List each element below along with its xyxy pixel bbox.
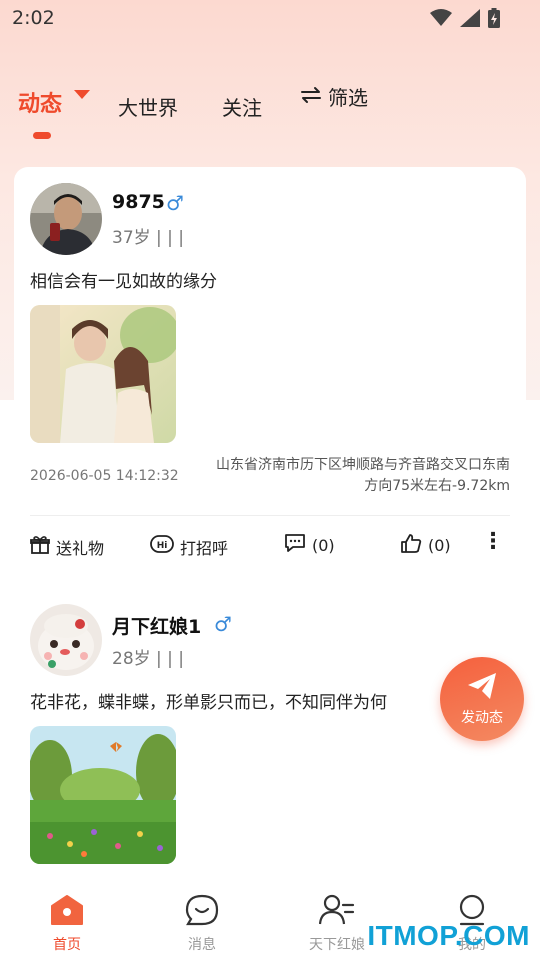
hi-icon: Hi: [150, 535, 174, 559]
home-icon: [50, 895, 84, 930]
battery-icon: [488, 8, 500, 32]
watermark: ITMOP.COM: [367, 920, 530, 951]
status-bar: 2:02: [0, 0, 540, 38]
top-tabs: 动态 大世界 关注 筛选: [0, 78, 540, 139]
gift-label: 送礼物: [56, 539, 105, 558]
post-photo[interactable]: [30, 305, 176, 443]
comment-count: (0): [312, 535, 335, 555]
thumbs-up-icon: [400, 533, 422, 557]
chat-icon: [185, 894, 219, 930]
filter-label: 筛选: [328, 86, 368, 110]
username: 月下红娘1: [112, 616, 202, 638]
nav-label: 首页: [53, 937, 81, 953]
post-text: 花非花，蝶非蝶，形单影只而已，不知同伴为何: [30, 693, 387, 713]
comment-icon: [284, 533, 306, 557]
status-time: 2:02: [12, 7, 55, 29]
user-meta: 37岁 | | |: [112, 228, 185, 248]
male-icon: ♂: [214, 612, 232, 636]
gift-icon: [30, 535, 50, 559]
nav-messages[interactable]: 消息: [157, 894, 247, 954]
fab-label: 发动态: [461, 710, 503, 726]
nav-home[interactable]: 首页: [22, 894, 112, 954]
post-photo[interactable]: [30, 726, 176, 864]
divider: [30, 515, 510, 516]
post-location: 山东省济南市历下区坤顺路与齐音路交叉口东南方向75米左右-9.72km: [216, 457, 510, 494]
post-dynamic-button[interactable]: 发动态: [440, 657, 524, 741]
wifi-icon: [430, 9, 452, 31]
swap-icon: [300, 85, 322, 109]
nav-label: 消息: [188, 937, 216, 953]
avatar[interactable]: [30, 604, 102, 676]
svg-text:Hi: Hi: [157, 541, 168, 551]
comment-button[interactable]: (0): [284, 533, 335, 557]
filter-button[interactable]: 筛选: [300, 82, 368, 111]
post-card[interactable]: 月下红娘1 ♂ 28岁 | | | 花非花，蝶非蝶，形单影只而已，不知同伴为何: [14, 588, 526, 888]
user-list-icon: [318, 894, 355, 930]
tab-dynamic[interactable]: 动态: [18, 86, 62, 118]
tab-big-world[interactable]: 大世界: [118, 92, 178, 121]
avatar[interactable]: [30, 183, 102, 255]
like-count: (0): [428, 535, 451, 555]
send-icon: [466, 671, 498, 705]
tab-dropdown-caret-icon[interactable]: [74, 90, 90, 99]
username: 9875: [112, 191, 165, 213]
male-icon: ♂: [166, 191, 184, 215]
user-meta: 28岁 | | |: [112, 649, 185, 669]
signal-icon: [460, 9, 480, 31]
greet-label: 打招呼: [180, 539, 229, 558]
post-datetime: 2026-06-05 14:12:32: [30, 468, 179, 484]
more-options-icon[interactable]: ⋮: [482, 529, 504, 554]
tab-follow[interactable]: 关注: [222, 92, 262, 121]
post-card[interactable]: 9875 ♂ 37岁 | | | 相信会有一见如故的缘分 2026-06-05 …: [14, 167, 526, 582]
like-button[interactable]: (0): [400, 533, 451, 557]
greet-button[interactable]: Hi 打招呼: [150, 535, 228, 559]
post-text: 相信会有一见如故的缘分: [30, 272, 217, 292]
tab-indicator: [33, 132, 51, 139]
gift-button[interactable]: 送礼物: [30, 535, 104, 559]
